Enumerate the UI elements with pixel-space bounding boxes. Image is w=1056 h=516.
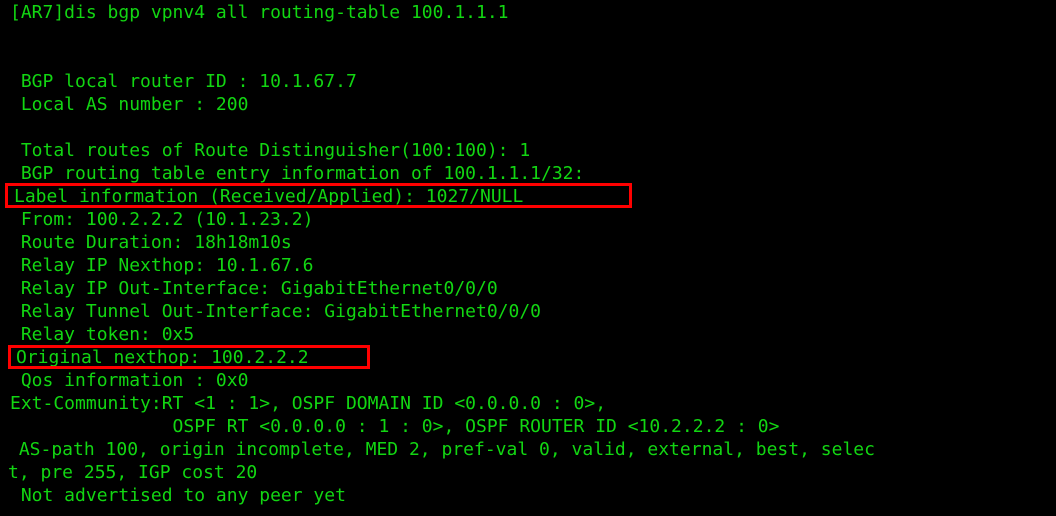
local-as-number-line: Local AS number : 200 [10, 94, 249, 115]
relay-ip-nexthop-line: Relay IP Nexthop: 10.1.67.6 [10, 255, 314, 276]
relay-ip-out-interface-line: Relay IP Out-Interface: GigabitEthernet0… [10, 278, 498, 299]
bgp-local-router-id-line: BGP local router ID : 10.1.67.7 [10, 71, 357, 92]
ext-community-line: Ext-Community:RT <1 : 1>, OSPF DOMAIN ID… [10, 393, 607, 414]
from-line: From: 100.2.2.2 (10.1.23.2) [10, 209, 314, 230]
relay-token-line: Relay token: 0x5 [10, 324, 195, 345]
terminal-screen[interactable]: [AR7]dis bgp vpnv4 all routing-table 100… [0, 0, 1056, 516]
relay-tunnel-out-interface-line: Relay Tunnel Out-Interface: GigabitEther… [10, 301, 542, 322]
original-nexthop-line: Original nexthop: 100.2.2.2 [16, 347, 309, 368]
command-line: [AR7]dis bgp vpnv4 all routing-table 100… [10, 2, 509, 23]
total-routes-line: Total routes of Route Distinguisher(100:… [10, 140, 531, 161]
ext-community-continuation-line: OSPF RT <0.0.0.0 : 1 : 0>, OSPF ROUTER I… [10, 416, 780, 437]
bgp-routing-table-entry-line: BGP routing table entry information of 1… [10, 163, 585, 184]
not-advertised-line: Not advertised to any peer yet [10, 485, 346, 506]
route-duration-line: Route Duration: 18h18m10s [10, 232, 292, 253]
as-path-continuation-line: t, pre 255, IGP cost 20 [8, 462, 258, 483]
as-path-line: AS-path 100, origin incomplete, MED 2, p… [8, 439, 875, 460]
qos-information-line: Qos information : 0x0 [10, 370, 249, 391]
label-information-line: Label information (Received/Applied): 10… [14, 186, 524, 207]
